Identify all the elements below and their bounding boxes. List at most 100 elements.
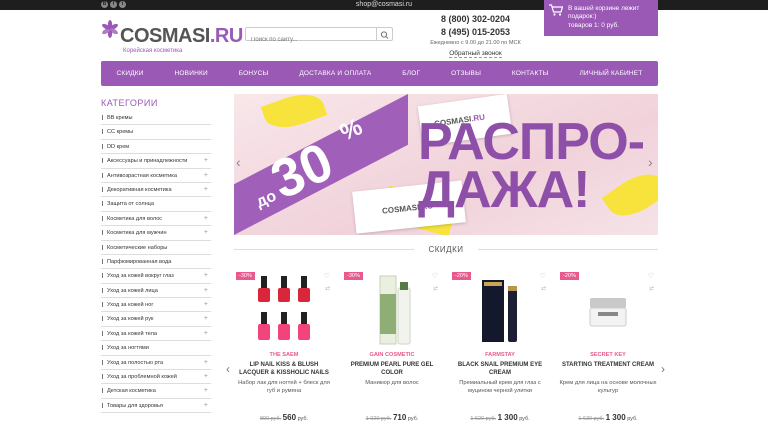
products-prev-button[interactable]: ‹ <box>226 362 230 376</box>
product-brand: THE SAEM <box>269 352 299 358</box>
sale-headline: РАСПРО- ДАЖА! <box>418 113 645 219</box>
expand-icon[interactable]: + <box>204 370 208 384</box>
products-next-button[interactable]: › <box>661 362 665 376</box>
categories-list: BB кремы CC кремы DD крем Аксессуары и п… <box>101 111 211 414</box>
category-item[interactable]: DD крем <box>101 140 211 155</box>
product-card[interactable]: -30% ♡ ⇄ GAIN COSMETIC PREMIUM PEARL PUR… <box>342 269 442 425</box>
site-logo[interactable]: COSMASI.RU Корейская косметика <box>101 17 243 54</box>
category-item[interactable]: CC кремы <box>101 125 211 140</box>
category-item[interactable]: Аксессуары и принадлежности + <box>101 154 211 169</box>
promo-banner[interactable]: COSMASI.RU COSMASI.RU до 30 % РАСПРО- ДА… <box>234 94 658 235</box>
nav-account[interactable]: ЛИЧНЫЙ КАБИНЕТ <box>579 70 642 77</box>
expand-icon[interactable]: + <box>204 269 208 283</box>
cart-text-2: подарок:) <box>568 13 597 20</box>
cart-summary: товаров 1: 0 руб. <box>568 22 620 29</box>
product-name[interactable]: BLACK SNAIL PREMIUM EYE CREAM <box>450 361 550 377</box>
category-item[interactable]: Уход за кожей лица + <box>101 284 211 299</box>
main-nav: СКИДКИ НОВИНКИ БОНУСЫ ДОСТАВКА И ОПЛАТА … <box>101 61 658 86</box>
compare-icon[interactable]: ⇄ <box>325 285 330 292</box>
product-desc: Маникюр для волос <box>365 380 419 386</box>
category-item[interactable]: Уход за кожей вокруг глаз + <box>101 269 211 284</box>
product-image <box>589 298 627 327</box>
heart-icon[interactable]: ♡ <box>324 272 330 280</box>
category-item[interactable]: Косметические наборы <box>101 241 211 255</box>
search-input[interactable] <box>246 34 374 46</box>
logo-subtitle: Корейская косметика <box>123 48 183 54</box>
banner-next-button[interactable]: › <box>648 154 658 170</box>
nav-delivery[interactable]: ДОСТАВКА И ОПЛАТА <box>299 70 371 77</box>
category-item[interactable]: Косметика для мужчин + <box>101 226 211 241</box>
category-item[interactable]: Товары для здоровья + <box>101 399 211 414</box>
category-item[interactable]: Уход за кожей рук + <box>101 312 211 327</box>
category-item[interactable]: Уход за проблемной кожей + <box>101 370 211 385</box>
category-item[interactable]: Антивозрастная косметика + <box>101 169 211 183</box>
product-price: 1 630 руб. 1 300 руб. <box>578 413 638 422</box>
category-item[interactable]: Защита от солнца <box>101 197 211 212</box>
product-card[interactable]: -30% ♡ ⇄ THE SAEM LIP NAIL KISS & BLUSH … <box>234 269 334 425</box>
expand-icon[interactable]: + <box>204 356 208 370</box>
product-name[interactable]: LIP NAIL KISS & BLUSH LACQUER & KISSHOLI… <box>234 361 334 377</box>
expand-icon[interactable]: + <box>204 169 208 183</box>
heart-icon[interactable]: ♡ <box>432 272 438 280</box>
expand-icon[interactable]: + <box>204 384 208 398</box>
phone-2[interactable]: 8 (495) 015-2053 <box>418 26 533 39</box>
nav-new[interactable]: НОВИНКИ <box>175 70 208 77</box>
discount-badge: -20% <box>560 272 579 280</box>
expand-icon[interactable]: + <box>204 298 208 312</box>
category-item[interactable]: Уход за кожей ног + <box>101 298 211 313</box>
product-desc: Премиальный крем для глаз с муцином черн… <box>459 380 541 394</box>
product-name[interactable]: PREMIUM PEARL PURE GEL COLOR <box>342 361 442 377</box>
expand-icon[interactable]: + <box>204 399 208 413</box>
heart-icon[interactable]: ♡ <box>648 272 654 280</box>
logo-text: COSMASI.RU <box>120 25 243 47</box>
product-price: 800 руб. 560 руб. <box>259 413 309 422</box>
nav-bonuses[interactable]: БОНУСЫ <box>239 70 269 77</box>
flower-logo-icon <box>102 20 118 38</box>
heart-icon[interactable]: ♡ <box>540 272 546 280</box>
contacts-block: 8 (800) 302-0204 8 (495) 015-2053 Ежедне… <box>418 13 533 58</box>
nav-reviews[interactable]: ОТЗЫВЫ <box>451 70 481 77</box>
compare-icon[interactable]: ⇄ <box>433 285 438 292</box>
category-item[interactable]: Косметика для волос + <box>101 212 211 227</box>
categories-title: КАТЕГОРИИ <box>101 98 158 108</box>
category-item[interactable]: Парфюмированная вода <box>101 255 211 270</box>
search-icon <box>380 31 389 39</box>
category-item[interactable]: Детская косметика + <box>101 384 211 399</box>
product-price: 1 620 руб. 1 300 руб. <box>470 413 530 422</box>
product-carousel: -30% ♡ ⇄ THE SAEM LIP NAIL KISS & BLUSH … <box>234 269 658 425</box>
compare-icon[interactable]: ⇄ <box>649 285 654 292</box>
cart-text-1: В вашей корзине лежит <box>568 5 640 12</box>
product-card[interactable]: -20% ♡ ⇄ FARMSTAY BLACK SNAIL PREMIUM EY… <box>450 269 550 425</box>
category-item[interactable]: Уход за полостью рта + <box>101 356 211 371</box>
nav-discounts[interactable]: СКИДКИ <box>116 70 143 77</box>
expand-icon[interactable]: + <box>204 327 208 341</box>
nav-blog[interactable]: БЛОГ <box>402 70 420 77</box>
product-brand: SECRET KEY <box>590 352 626 358</box>
expand-icon[interactable]: + <box>204 284 208 298</box>
compare-icon[interactable]: ⇄ <box>541 285 546 292</box>
banner-prev-button[interactable]: ‹ <box>236 154 246 170</box>
search-button[interactable] <box>376 28 392 40</box>
expand-icon[interactable]: + <box>204 154 208 168</box>
expand-icon[interactable]: + <box>204 212 208 226</box>
expand-icon[interactable]: + <box>204 226 208 240</box>
category-item[interactable]: Уход за ногтями <box>101 341 211 356</box>
cart-widget[interactable]: В вашей корзине лежит подарок:) товаров … <box>544 0 658 36</box>
section-title: СКИДКИ <box>234 245 658 254</box>
category-item[interactable]: BB кремы <box>101 111 211 126</box>
product-name[interactable]: STARTING TREATMENT CREAM <box>558 361 658 369</box>
discount-badge: -30% <box>236 272 255 280</box>
working-hours: Ежедневно с 9.00 до 21.00 по МСК <box>430 40 521 46</box>
category-item[interactable]: Уход за кожей тела + <box>101 327 211 342</box>
discount-badge: -20% <box>452 272 471 280</box>
expand-icon[interactable]: + <box>204 312 208 326</box>
phone-1[interactable]: 8 (800) 302-0204 <box>418 13 533 26</box>
product-desc: Крем для лица на основе молочных культур <box>559 380 657 394</box>
product-image <box>482 280 517 342</box>
callback-link[interactable]: Обратный звонок <box>418 50 533 58</box>
expand-icon[interactable]: + <box>204 183 208 197</box>
category-item[interactable]: Декоративная косметика + <box>101 183 211 198</box>
search-box <box>245 27 393 46</box>
nav-contacts[interactable]: КОНТАКТЫ <box>512 70 549 77</box>
product-card[interactable]: -20% ♡ ⇄ SECRET KEY STARTING TREATMENT C… <box>558 269 658 425</box>
